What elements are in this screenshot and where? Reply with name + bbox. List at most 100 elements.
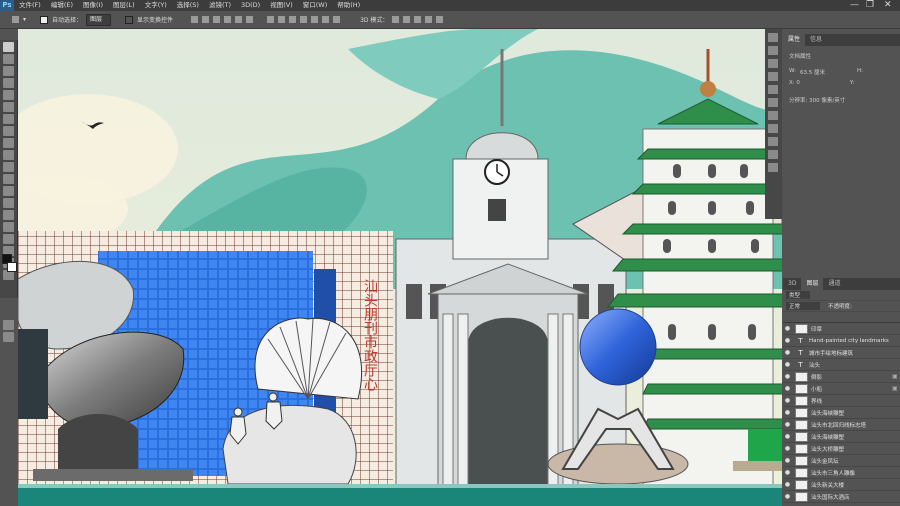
visibility-eye-icon[interactable]: ● (783, 397, 792, 404)
layer-row[interactable]: ● T Hand-painted city landmarks (783, 335, 900, 347)
layer-row[interactable]: ● 汕头国际大酒店 (783, 491, 900, 503)
menu-select[interactable]: 选择(S) (172, 0, 204, 11)
layer-row[interactable]: ● 汕头海峡雕塑 (783, 431, 900, 443)
visibility-eye-icon[interactable]: ● (783, 409, 792, 416)
visibility-eye-icon[interactable]: ● (783, 433, 792, 440)
visibility-eye-icon[interactable]: ● (783, 493, 792, 500)
align-bottom-icon[interactable] (213, 16, 221, 23)
align-right-icon[interactable] (246, 16, 254, 23)
type-tool-icon[interactable] (3, 222, 14, 232)
visibility-eye-icon[interactable]: ● (783, 361, 792, 368)
menu-view[interactable]: 视图(V) (265, 0, 298, 11)
layer-row[interactable]: ● 汕头市三角人雕像 (783, 467, 900, 479)
layer-row[interactable]: ● 倒影 ▣ (783, 371, 900, 383)
tab-info[interactable]: 信息 (805, 34, 827, 46)
3d-slide-icon[interactable] (425, 16, 433, 23)
path-select-icon[interactable] (3, 234, 14, 244)
visibility-eye-icon[interactable]: ● (783, 421, 792, 428)
auto-select-checkbox[interactable] (40, 15, 49, 24)
brush-tool-icon[interactable] (3, 126, 14, 136)
layer-row[interactable]: ● 小船 ▣ (783, 383, 900, 395)
x-value[interactable]: X: 0 (789, 80, 800, 88)
menu-image[interactable]: 图像(I) (78, 0, 108, 11)
3d-pan-icon[interactable] (414, 16, 422, 23)
show-transform-checkbox[interactable] (125, 15, 134, 24)
visibility-eye-icon[interactable]: ● (783, 337, 792, 344)
layer-row[interactable]: ● 汕头市北回归线标志塔 (783, 419, 900, 431)
move-tool-dropdown-icon[interactable]: ▾ (23, 16, 26, 23)
dodge-tool-icon[interactable] (3, 198, 14, 208)
color-panel-icon[interactable] (768, 59, 778, 68)
eraser-tool-icon[interactable] (3, 162, 14, 172)
minimize-button[interactable]: — (850, 0, 859, 11)
layer-row[interactable]: ● T 汕头 (783, 359, 900, 371)
layer-row[interactable]: ● 汕头海峡雕塑 (783, 407, 900, 419)
distribute-3-icon[interactable] (289, 16, 297, 23)
actions-panel-icon[interactable] (768, 46, 778, 55)
gradient-tool-icon[interactable] (3, 174, 14, 184)
auto-align-icon[interactable] (333, 16, 341, 23)
move-tool-icon[interactable] (12, 16, 19, 23)
move-tool-icon[interactable] (3, 42, 14, 52)
align-left-icon[interactable] (224, 16, 232, 23)
visibility-eye-icon[interactable]: ● (783, 469, 792, 476)
character-panel-icon[interactable] (768, 85, 778, 94)
visibility-eye-icon[interactable]: ● (783, 385, 792, 392)
lasso-tool-icon[interactable] (3, 66, 14, 76)
align-hcenter-icon[interactable] (235, 16, 243, 23)
background-color-swatch[interactable] (7, 262, 17, 272)
visibility-eye-icon[interactable]: ● (783, 349, 792, 356)
tab-properties[interactable]: 属性 (783, 34, 806, 46)
blur-tool-icon[interactable] (3, 186, 14, 196)
3d-rotate-icon[interactable] (392, 16, 400, 23)
menu-edit[interactable]: 编辑(E) (46, 0, 78, 11)
align-vcenter-icon[interactable] (202, 16, 210, 23)
visibility-eye-icon[interactable]: ● (783, 325, 792, 332)
visibility-eye-icon[interactable]: ● (783, 481, 792, 488)
screen-mode-icon[interactable] (3, 332, 14, 342)
blend-mode-dropdown[interactable]: 正常 (786, 302, 821, 310)
quick-select-tool-icon[interactable] (3, 78, 14, 88)
adjustments-icon[interactable] (768, 150, 778, 159)
menu-window[interactable]: 窗口(W) (298, 0, 333, 11)
width-value[interactable]: 63.5 厘米 (800, 68, 825, 76)
marquee-tool-icon[interactable] (3, 54, 14, 64)
styles-panel-icon[interactable] (768, 163, 778, 172)
history-brush-icon[interactable] (3, 150, 14, 160)
3d-scale-icon[interactable] (436, 16, 444, 23)
quick-mask-icon[interactable] (3, 320, 14, 330)
layer-row[interactable]: ● 界线 (783, 395, 900, 407)
brush-panel-icon[interactable] (768, 124, 778, 133)
stamp-tool-icon[interactable] (3, 138, 14, 148)
layer-kind-filter[interactable]: 类型 (786, 291, 811, 299)
menu-filter[interactable]: 滤镜(T) (204, 0, 236, 11)
tools-preset-icon[interactable] (768, 111, 778, 120)
layer-row[interactable]: ● 汕头大桥雕塑 (783, 443, 900, 455)
crop-tool-icon[interactable] (3, 90, 14, 100)
visibility-eye-icon[interactable]: ● (783, 445, 792, 452)
tab-channels[interactable]: 通道 (823, 278, 845, 290)
document-canvas[interactable]: 汕头朋刊市政厅心 (18, 29, 782, 506)
layer-row[interactable]: ● 汕头金凤坛 (783, 455, 900, 467)
clone-source-icon[interactable] (768, 137, 778, 146)
visibility-eye-icon[interactable]: ● (783, 373, 792, 380)
tab-layers[interactable]: 图层 (801, 278, 824, 290)
layer-row[interactable]: ● 印章 (783, 323, 900, 335)
swatches-panel-icon[interactable] (768, 72, 778, 81)
distribute-4-icon[interactable] (300, 16, 308, 23)
pen-tool-icon[interactable] (3, 210, 14, 220)
paragraph-panel-icon[interactable] (768, 98, 778, 107)
eyedropper-tool-icon[interactable] (3, 102, 14, 112)
tab-3d[interactable]: 3D (783, 278, 801, 290)
menu-layer[interactable]: 图层(L) (108, 0, 140, 11)
align-top-icon[interactable] (191, 16, 199, 23)
layer-row[interactable]: ● 汕头新关大楼 (783, 479, 900, 491)
distribute-5-icon[interactable] (311, 16, 319, 23)
layer-row[interactable]: ● T 城市手绘地标建筑 (783, 347, 900, 359)
menu-help[interactable]: 帮助(H) (332, 0, 365, 11)
healing-brush-icon[interactable] (3, 114, 14, 124)
menu-file[interactable]: 文件(F) (14, 0, 46, 11)
menu-type[interactable]: 文字(Y) (140, 0, 172, 11)
close-button[interactable]: ✕ (884, 0, 892, 11)
distribute-6-icon[interactable] (322, 16, 330, 23)
